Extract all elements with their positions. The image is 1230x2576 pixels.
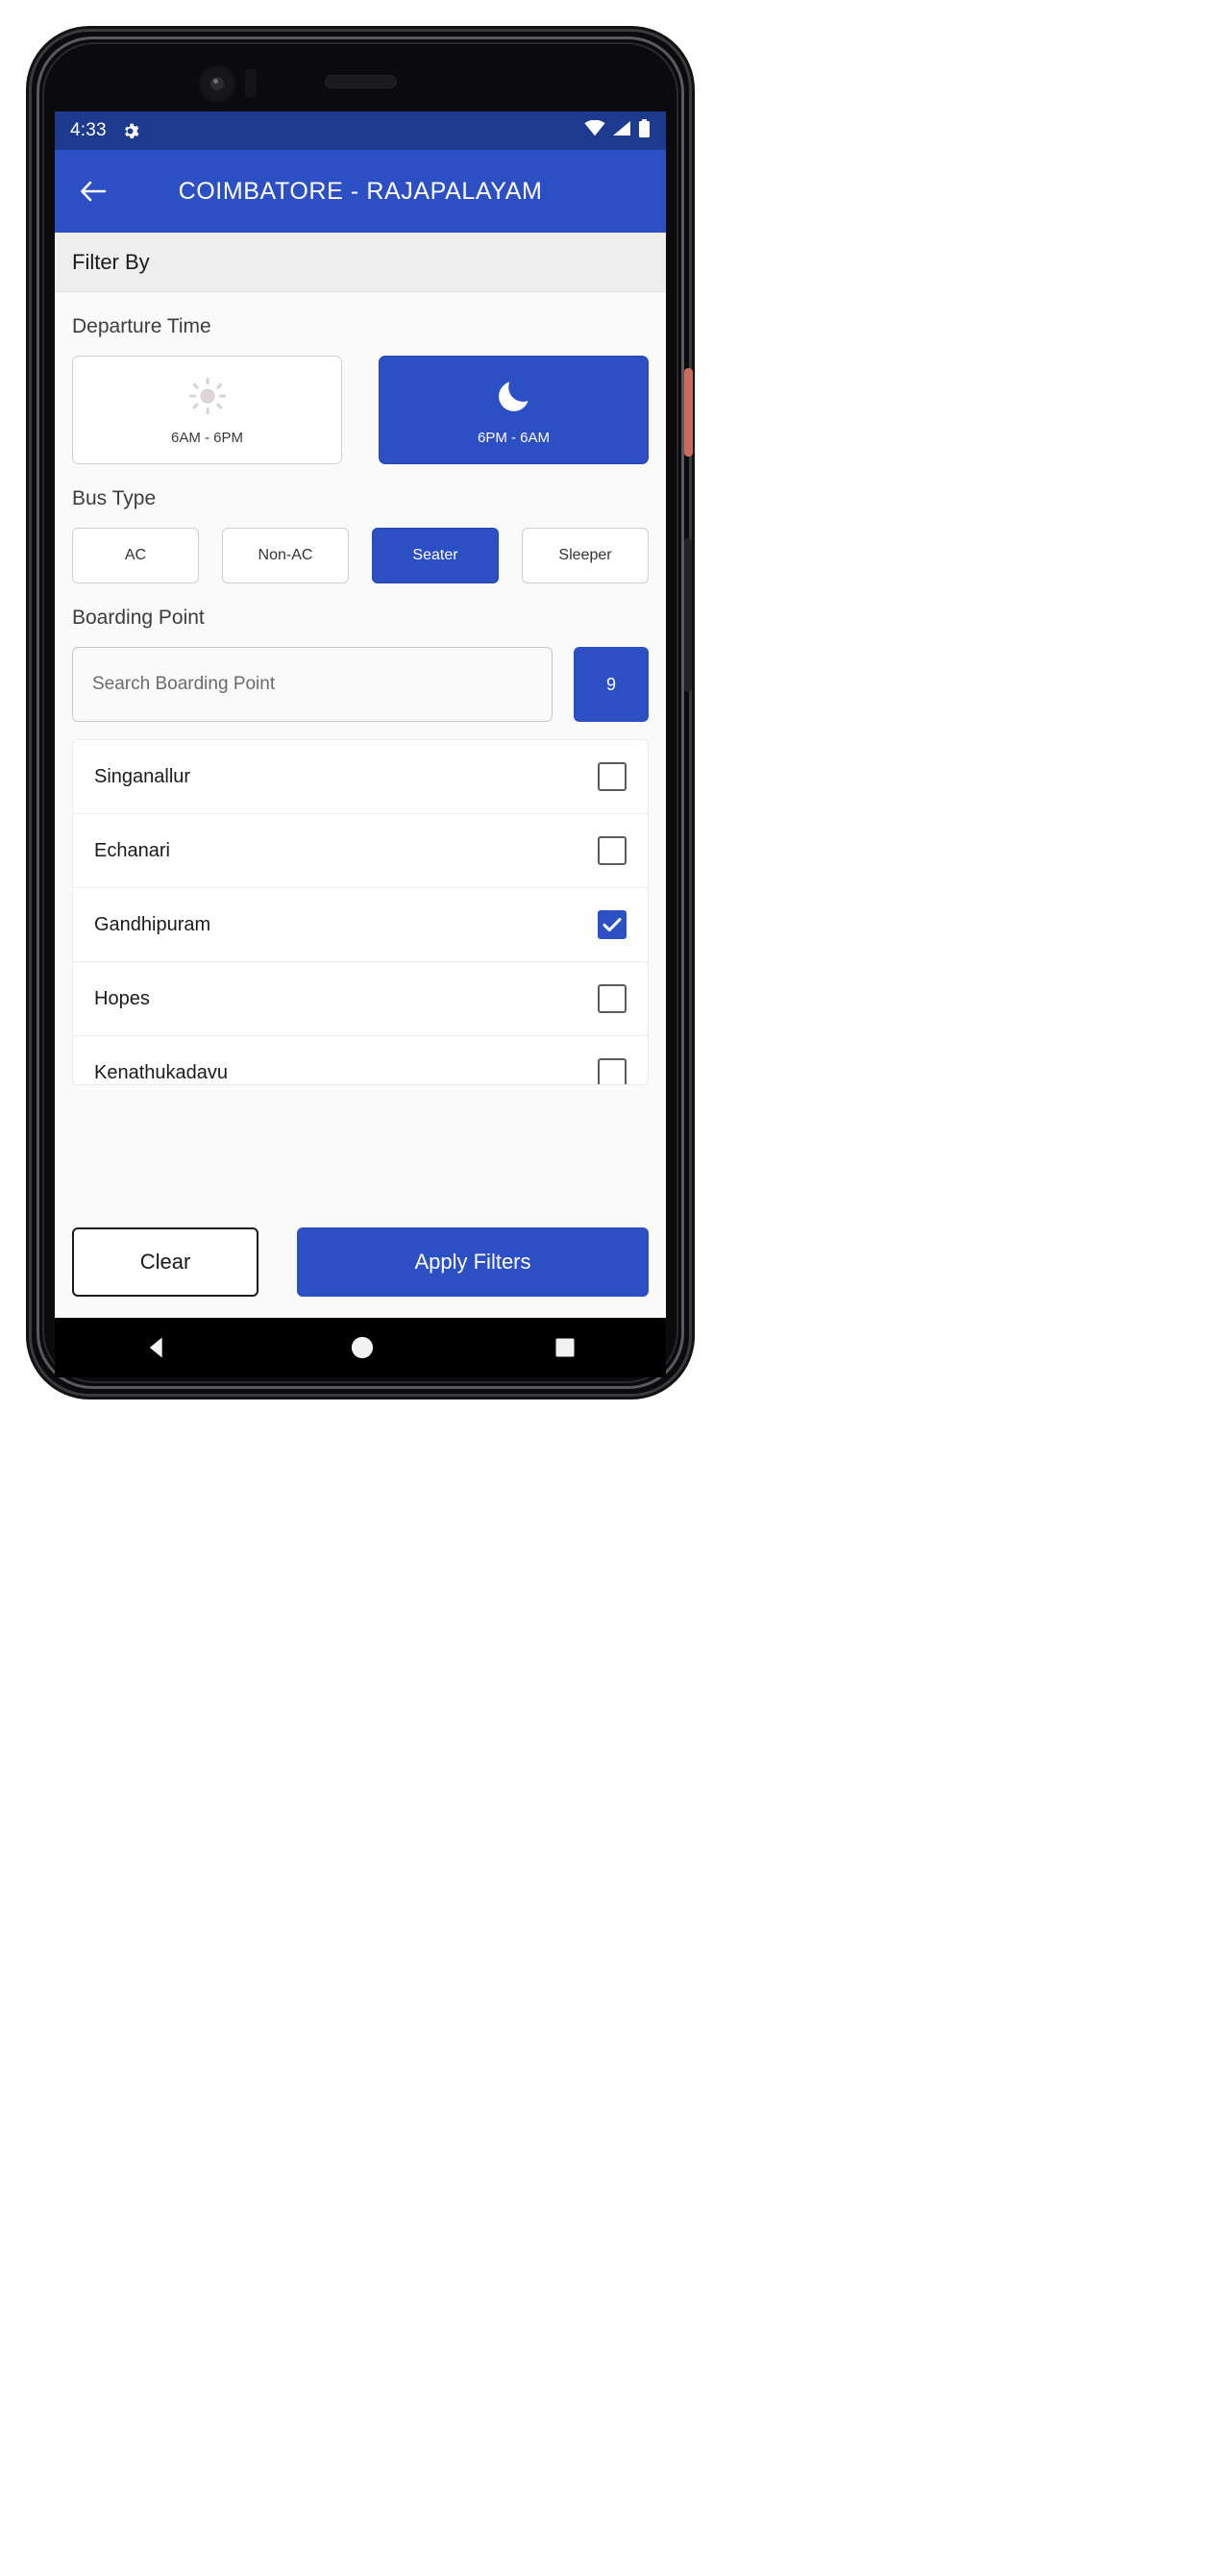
boarding-point-label: Boarding Point	[72, 607, 205, 629]
list-item[interactable]: Echanari	[73, 814, 648, 888]
list-item[interactable]: Singanallur	[73, 740, 648, 814]
boarding-point-name: Gandhipuram	[94, 913, 211, 935]
departure-option-night[interactable]: 6PM - 6AM	[379, 356, 649, 464]
page-title: COIMBATORE - RAJAPALAYAM	[178, 177, 543, 205]
moon-icon	[494, 375, 534, 420]
list-item[interactable]: Gandhipuram	[73, 888, 648, 962]
boarding-point-list[interactable]: Singanallur Echanari Gandhipuram Hopes K…	[72, 739, 649, 1085]
boarding-point-name: Echanari	[94, 839, 170, 861]
boarding-point-name: Kenathukadavu	[94, 1061, 229, 1083]
filter-actions: Clear Apply Filters	[55, 1212, 666, 1318]
filter-by-label: Filter By	[72, 249, 150, 274]
phone-screen: 4:33 COIMBATORE - RAJAPALAYAM Filter By …	[55, 111, 666, 1318]
bus-type-chip-seater[interactable]: Seater	[372, 528, 499, 583]
filter-scroll-area[interactable]: Departure Time 6AM - 6PM 6PM - 6AM Bus T…	[55, 292, 666, 1212]
departure-option-day[interactable]: 6AM - 6PM	[72, 356, 342, 464]
filter-body: Departure Time 6AM - 6PM 6PM - 6AM Bus T…	[55, 292, 666, 1318]
app-bar: COIMBATORE - RAJAPALAYAM	[55, 150, 666, 233]
departure-option-night-label: 6PM - 6AM	[477, 429, 550, 446]
boarding-point-checkbox[interactable]	[598, 984, 627, 1013]
android-nav-bar	[55, 1318, 666, 1377]
bus-type-chip-sleeper[interactable]: Sleeper	[522, 528, 649, 583]
status-bar-time: 4:33	[70, 120, 107, 140]
power-button[interactable]	[684, 368, 693, 457]
sun-icon	[187, 375, 228, 420]
departure-time-options: 6AM - 6PM 6PM - 6AM	[72, 356, 649, 464]
bus-type-label: Bus Type	[72, 487, 157, 509]
wifi-icon	[584, 119, 605, 141]
nav-back-triangle-icon[interactable]	[144, 1334, 171, 1361]
nav-recents-square-icon[interactable]	[554, 1336, 577, 1359]
status-bar-icons	[584, 118, 651, 143]
departure-time-label: Departure Time	[72, 315, 211, 337]
boarding-point-search-row: 9	[72, 647, 649, 722]
bus-type-chip-ac[interactable]: AC	[72, 528, 199, 583]
bus-type-chip-nonac[interactable]: Non-AC	[222, 528, 349, 583]
boarding-point-checkbox[interactable]	[598, 836, 627, 865]
signal-icon	[612, 120, 631, 141]
boarding-point-checkbox-checked[interactable]	[598, 910, 627, 939]
apply-filters-button[interactable]: Apply Filters	[297, 1227, 649, 1297]
boarding-point-name: Hopes	[94, 987, 150, 1009]
boarding-point-name: Singanallur	[94, 765, 191, 787]
battery-icon	[638, 118, 651, 143]
filter-by-header: Filter By	[55, 233, 666, 292]
list-item[interactable]: Hopes	[73, 962, 648, 1036]
volume-button[interactable]	[684, 538, 692, 692]
screenshot-root: 4:33 COIMBATORE - RAJAPALAYAM Filter By …	[0, 0, 1230, 2576]
front-camera-glint	[213, 79, 218, 84]
boarding-point-checkbox[interactable]	[598, 762, 627, 791]
back-arrow-icon[interactable]	[72, 170, 114, 212]
bus-type-options: AC Non-AC Seater Sleeper	[72, 528, 649, 583]
boarding-point-checkbox[interactable]	[598, 1058, 627, 1084]
search-boarding-point-input[interactable]	[72, 647, 553, 722]
gear-icon	[120, 121, 140, 141]
list-item[interactable]: Kenathukadavu	[73, 1036, 648, 1084]
nav-home-circle-icon[interactable]	[349, 1334, 376, 1361]
departure-option-day-label: 6AM - 6PM	[170, 429, 243, 446]
proximity-sensor-icon	[245, 69, 257, 98]
earpiece-speaker	[325, 75, 397, 88]
boarding-point-count-button[interactable]: 9	[574, 647, 649, 722]
status-bar: 4:33	[55, 111, 666, 150]
clear-button[interactable]: Clear	[72, 1227, 258, 1297]
